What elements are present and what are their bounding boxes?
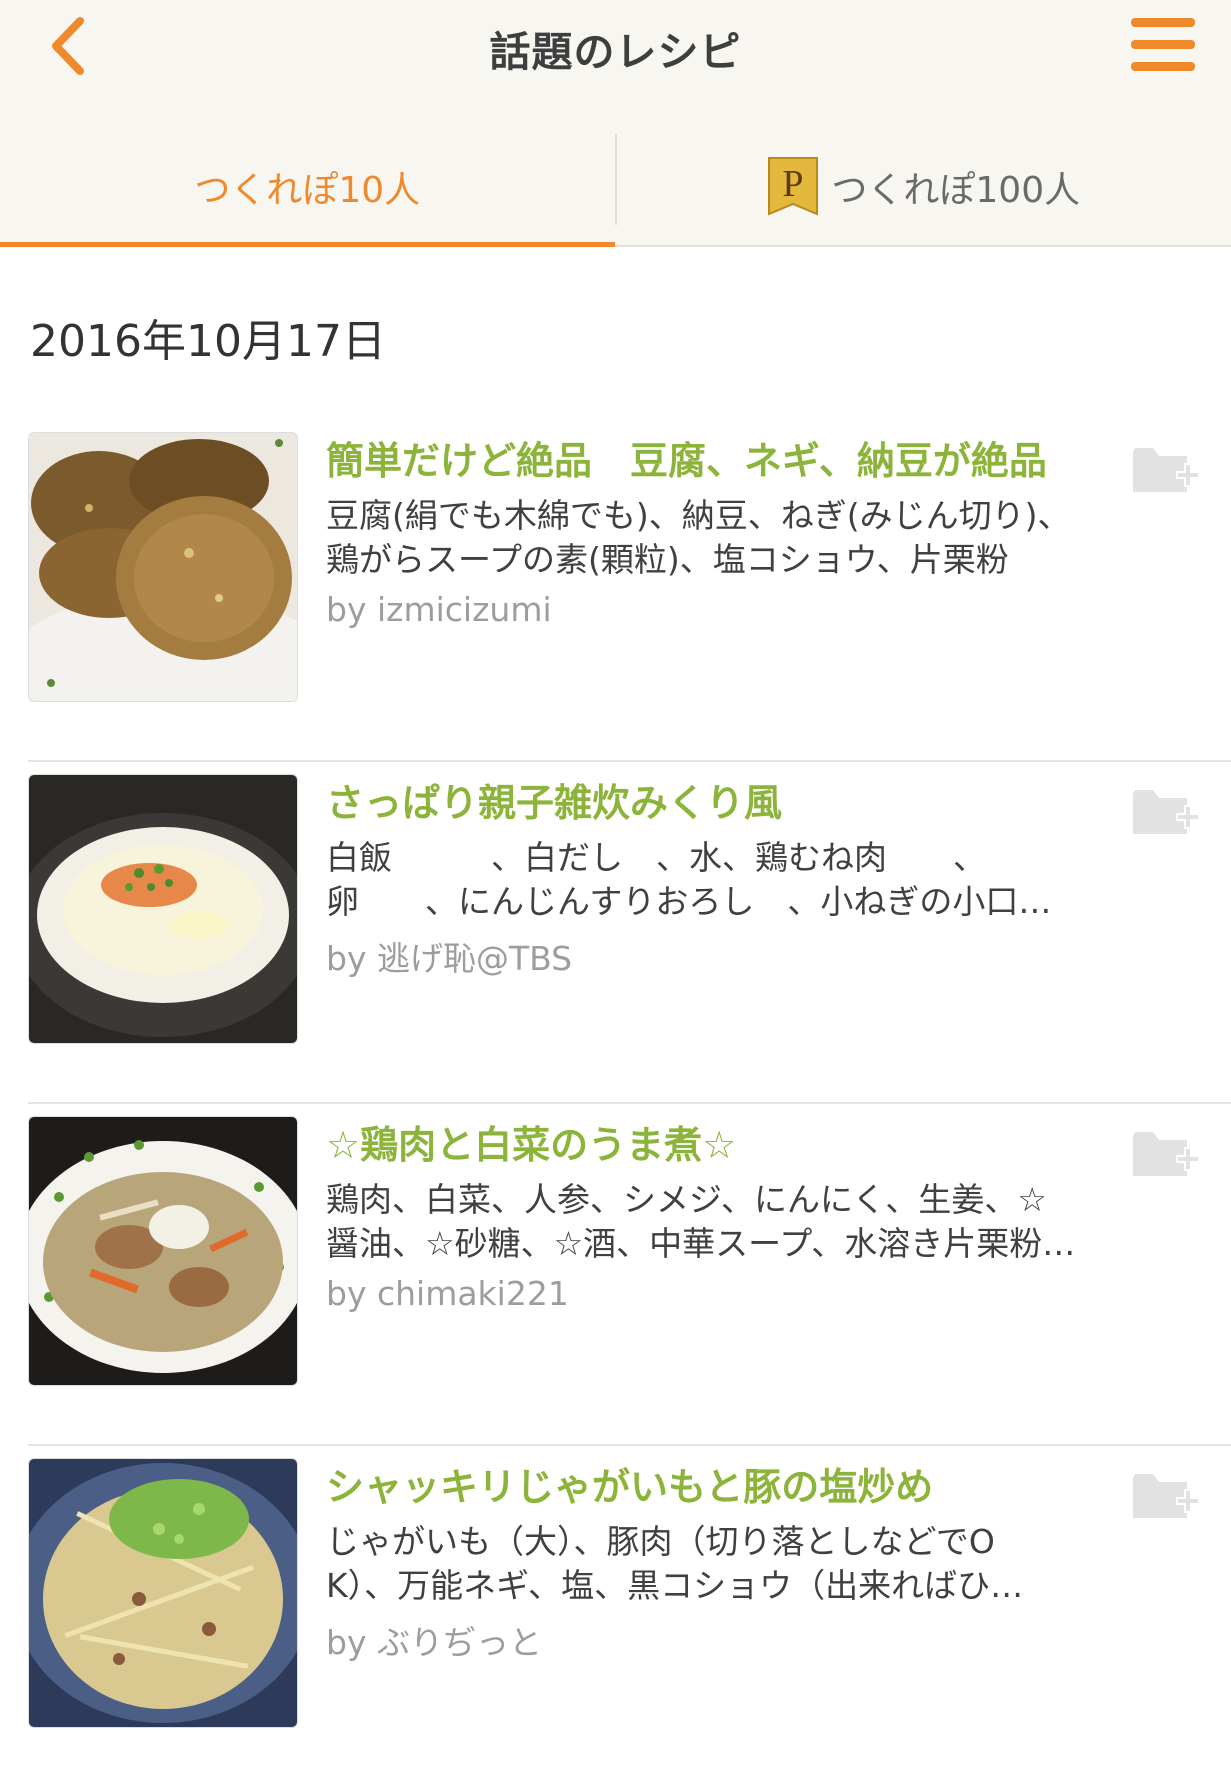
premium-badge-letter: P (783, 163, 804, 205)
recipe-thumbnail[interactable] (28, 1116, 298, 1386)
folder-add-icon (1129, 438, 1203, 504)
folder-add-icon (1129, 780, 1203, 846)
recipe-thumbnail[interactable] (28, 432, 298, 702)
recipe-ingredients: 鶏肉、白菜、人参、シメジ、にんにく、生姜、☆ 醤油、☆砂糖、☆酒、中華スープ、水… (326, 1178, 1106, 1266)
folder-add-icon (1129, 1122, 1203, 1188)
recipe-author: by chimaki221 (326, 1274, 569, 1313)
recipe-author: by ぶりぢっと (326, 1616, 542, 1664)
recipe-list: 簡単だけど絶品 豆腐、ネギ、納豆が絶品 豆腐(絹でも木綿でも)、納豆、ねぎ(みじ… (0, 420, 1231, 1788)
recipe-card[interactable]: ☆鶏肉と白菜のうま煮☆ 鶏肉、白菜、人参、シメジ、にんにく、生姜、☆ 醤油、☆砂… (0, 1104, 1231, 1446)
tab-label: つくれぽ10人 (194, 161, 420, 213)
tab-tsukurepo-100[interactable]: P つくれぽ100人 (617, 128, 1231, 245)
tab-label: つくれぽ100人 (831, 161, 1080, 213)
recipe-title[interactable]: さっぱり親子雑炊みくり風 (326, 772, 1106, 827)
recipe-card[interactable]: さっぱり親子雑炊みくり風 白飯 、白だし 、水、鶏むね肉 、 卵 、にんじんすり… (0, 762, 1231, 1104)
recipe-card[interactable]: 簡単だけど絶品 豆腐、ネギ、納豆が絶品 豆腐(絹でも木綿でも)、納豆、ねぎ(みじ… (0, 420, 1231, 762)
recipe-thumbnail[interactable] (28, 774, 298, 1044)
recipe-author: by 逃げ恥@TBS (326, 932, 572, 980)
tab-bar: つくれぽ10人 P つくれぽ100人 (0, 128, 1231, 245)
recipe-card[interactable]: シャッキリじゃがいもと豚の塩炒め じゃがいも（大）、豚肉（切り落としなどでO K… (0, 1446, 1231, 1788)
recipe-ingredients: 豆腐(絹でも木綿でも)、納豆、ねぎ(みじん切り)、 鶏がらスープの素(顆粒)、塩… (326, 494, 1106, 582)
app-header: 話題のレシピ つくれぽ10人 P つくれぽ100人 (0, 0, 1231, 247)
recipe-title[interactable]: ☆鶏肉と白菜のうま煮☆ (326, 1114, 1106, 1169)
recipe-title[interactable]: シャッキリじゃがいもと豚の塩炒め (326, 1456, 1106, 1511)
premium-badge-icon: P (767, 156, 819, 218)
menu-button[interactable] (1131, 16, 1201, 76)
recipe-title[interactable]: 簡単だけど絶品 豆腐、ネギ、納豆が絶品 (326, 430, 1106, 485)
add-to-folder-button[interactable] (1129, 1464, 1203, 1530)
recipe-ingredients: 白飯 、白だし 、水、鶏むね肉 、 卵 、にんじんすりおろし 、小ねぎの小口… (326, 836, 1106, 924)
recipe-thumbnail[interactable] (28, 1458, 298, 1728)
recipe-ingredients: じゃがいも（大）、豚肉（切り落としなどでO K）、万能ネギ、塩、黒コショウ（出来… (326, 1520, 1106, 1608)
add-to-folder-button[interactable] (1129, 780, 1203, 846)
folder-add-icon (1129, 1464, 1203, 1530)
add-to-folder-button[interactable] (1129, 1122, 1203, 1188)
date-heading: 2016年10月17日 (30, 305, 386, 369)
add-to-folder-button[interactable] (1129, 438, 1203, 504)
hamburger-menu-icon (1131, 18, 1195, 27)
page-title: 話題のレシピ (0, 18, 1231, 78)
recipe-author: by izmicizumi (326, 590, 552, 629)
tab-tsukurepo-10[interactable]: つくれぽ10人 (0, 128, 615, 245)
